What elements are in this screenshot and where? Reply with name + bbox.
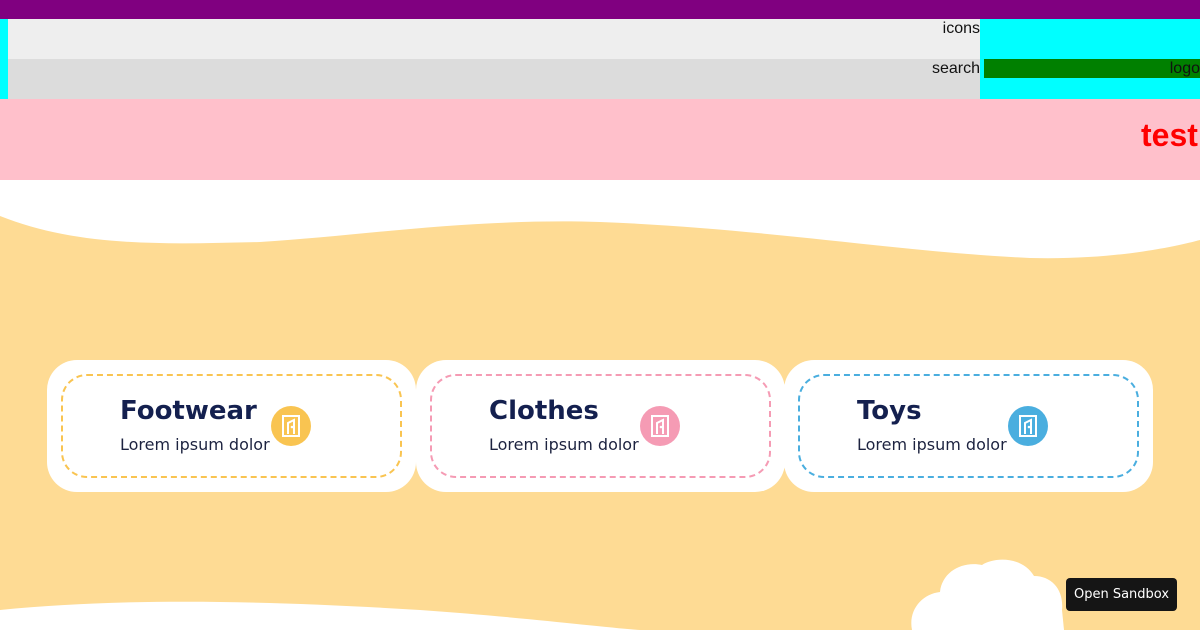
- top-bar: [0, 0, 1200, 19]
- banner-text: test: [1141, 117, 1198, 153]
- logo-label: logo: [1169, 60, 1200, 77]
- category-title: Toys: [857, 396, 922, 426]
- category-card[interactable]: Clothes Lorem ipsum dolor: [416, 360, 785, 492]
- category-card-border: [798, 374, 1139, 478]
- icons-label: icons: [942, 20, 980, 37]
- category-title: Clothes: [489, 396, 599, 426]
- door-icon: [1008, 406, 1048, 446]
- category-subtitle: Lorem ipsum dolor: [489, 435, 639, 454]
- header-nav: icons search: [8, 19, 980, 99]
- category-card-border: [61, 374, 402, 478]
- category-subtitle: Lorem ipsum dolor: [857, 435, 1007, 454]
- door-icon: [640, 406, 680, 446]
- category-subtitle: Lorem ipsum dolor: [120, 435, 270, 454]
- search-row[interactable]: search: [8, 59, 980, 99]
- category-card[interactable]: Footwear Lorem ipsum dolor: [47, 360, 416, 492]
- door-icon: [271, 406, 311, 446]
- category-card[interactable]: Toys Lorem ipsum dolor: [784, 360, 1153, 492]
- logo[interactable]: logo: [984, 59, 1200, 78]
- category-title: Footwear: [120, 396, 257, 426]
- icons-row: icons: [8, 19, 980, 59]
- banner: test: [0, 99, 1200, 180]
- search-label[interactable]: search: [932, 59, 980, 79]
- category-card-border: [430, 374, 771, 478]
- open-sandbox-button[interactable]: Open Sandbox: [1066, 578, 1177, 611]
